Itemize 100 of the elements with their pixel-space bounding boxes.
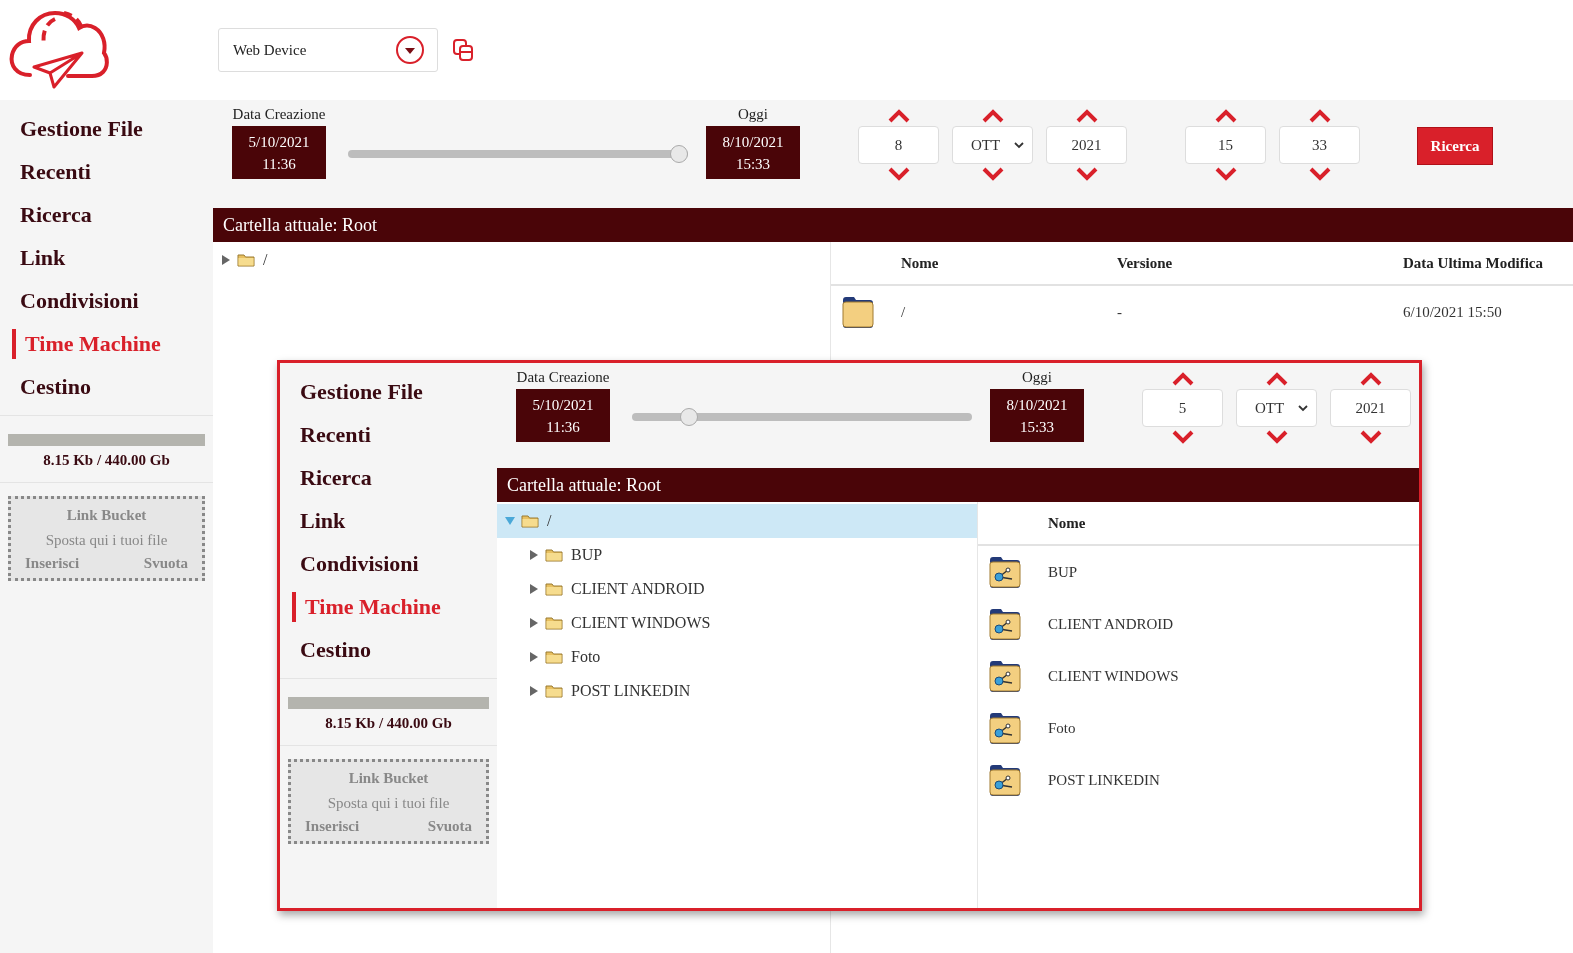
chevron-up-icon[interactable] (1170, 371, 1195, 387)
folder-name: CLIENT ANDROID (571, 580, 705, 598)
date-text: 5/10/2021 (532, 395, 594, 415)
expand-triangle-icon[interactable] (529, 550, 539, 560)
chevron-down-icon[interactable] (1307, 166, 1332, 182)
bucket-title: Link Bucket (65, 507, 148, 524)
chevron-up-icon[interactable] (1358, 371, 1383, 387)
date-range-slider[interactable] (348, 145, 688, 163)
number-field[interactable]: 2021 (1330, 389, 1411, 427)
folder-name: / (263, 251, 268, 269)
table-cell-text: - (1117, 303, 1123, 321)
column-header[interactable]: Nome (901, 254, 1117, 272)
expand-triangle-icon[interactable] (529, 618, 539, 628)
slider-thumb[interactable] (680, 408, 699, 426)
tree-node[interactable]: CLIENT ANDROID (497, 572, 977, 606)
column-header[interactable]: Versione (1117, 254, 1403, 272)
table-cell-text: Foto (1048, 719, 1077, 737)
time-text: 11:36 (262, 154, 296, 174)
table-cell-text: BUP (1048, 563, 1079, 581)
table-cell-text: POST LINKEDIN (1048, 771, 1161, 789)
folder-icon (545, 650, 563, 664)
sidebar-item[interactable]: Cestino (0, 372, 213, 415)
slider-thumb[interactable] (670, 145, 688, 163)
caret-icon (1298, 404, 1308, 412)
folder-icon (521, 514, 539, 528)
chevron-down-icon[interactable] (1358, 429, 1383, 445)
sidebar-item[interactable]: Ricerca (280, 463, 497, 506)
folder-icon (841, 295, 875, 329)
shared-folder-icon (988, 711, 1022, 745)
drop-hint: Sposta qui i tuoi file (326, 795, 451, 812)
chevron-down-icon[interactable] (1264, 429, 1289, 445)
chevron-up-icon[interactable] (1307, 108, 1332, 124)
device-select[interactable]: Web Device (218, 28, 438, 72)
date-label: Data Creazione (516, 369, 610, 387)
dropdown-caret-icon (395, 35, 425, 65)
tree-node[interactable]: / (213, 248, 830, 272)
chevron-down-icon[interactable] (1170, 429, 1195, 445)
date-text: 8/10/2021 (1006, 395, 1068, 415)
tree-node[interactable]: Foto (497, 640, 977, 674)
chevron-up-icon[interactable] (980, 108, 1005, 124)
expand-triangle-icon[interactable] (529, 652, 539, 662)
chevron-down-icon[interactable] (1213, 166, 1238, 182)
sidebar-item[interactable]: Gestione File (0, 114, 213, 157)
folder-name: / (547, 512, 552, 530)
tree-node[interactable]: BUP (497, 538, 977, 572)
table-cell-text: 6/10/2021 15:50 (1403, 303, 1503, 321)
date-text: 8/10/2021 (722, 132, 784, 152)
sidebar-item[interactable]: Gestione File (280, 377, 497, 420)
chevron-up-icon[interactable] (886, 108, 911, 124)
date-label: Oggi (738, 106, 768, 124)
tree-node[interactable]: / (497, 504, 977, 538)
expand-triangle-icon[interactable] (221, 255, 231, 265)
number-field[interactable]: 33 (1279, 126, 1360, 164)
chevron-down-icon[interactable] (980, 166, 1005, 182)
sidebar-item[interactable]: Recenti (280, 420, 497, 463)
date-label: Oggi (1022, 369, 1052, 387)
stack-icon[interactable] (452, 38, 474, 62)
sidebar-item[interactable]: Condivisioni (0, 286, 213, 329)
folder-name: POST LINKEDIN (571, 682, 691, 700)
folder-name: BUP (571, 546, 603, 564)
date-label: Data Creazione (232, 106, 326, 124)
number-field[interactable]: 5 (1142, 389, 1223, 427)
time-text: 15:33 (735, 154, 771, 174)
folder-name: Foto (571, 648, 601, 666)
month-select[interactable]: OTT (952, 126, 1033, 164)
chevron-up-icon[interactable] (1264, 371, 1289, 387)
folder-name: CLIENT WINDOWS (571, 614, 711, 632)
table-cell-text: / (901, 303, 907, 321)
folder-icon (545, 548, 563, 562)
sidebar-item[interactable]: Ricerca (0, 200, 213, 243)
folder-icon (237, 253, 255, 267)
date-range-slider[interactable] (632, 408, 972, 426)
column-header[interactable]: Nome (1048, 514, 1419, 532)
sidebar-item[interactable]: Condivisioni (280, 549, 497, 592)
column-header[interactable]: Data Ultima Modifica (1403, 254, 1573, 272)
sidebar-item[interactable]: Recenti (0, 157, 213, 200)
date-text: 5/10/2021 (248, 132, 310, 152)
search-button[interactable]: Ricerca (1417, 127, 1493, 165)
shared-folder-icon (988, 659, 1022, 693)
number-field[interactable]: 8 (858, 126, 939, 164)
number-field[interactable]: 15 (1185, 126, 1266, 164)
folder-icon (545, 616, 563, 630)
time-text: 15:33 (1019, 417, 1055, 437)
chevron-down-icon[interactable] (886, 166, 911, 182)
sidebar-item[interactable]: Link (0, 243, 213, 286)
tree-node[interactable]: POST LINKEDIN (497, 674, 977, 708)
tree-node[interactable]: CLIENT WINDOWS (497, 606, 977, 640)
shared-folder-icon (988, 607, 1022, 641)
storage-usage-text: 8.15 Kb / 440.00 Gb (324, 715, 453, 732)
table-cell-text: CLIENT ANDROID (1048, 615, 1175, 633)
chevron-up-icon[interactable] (1074, 108, 1099, 124)
number-field[interactable]: 2021 (1046, 126, 1127, 164)
chevron-down-icon[interactable] (1074, 166, 1099, 182)
expand-triangle-icon[interactable] (529, 584, 539, 594)
drop-hint: Sposta qui i tuoi file (44, 532, 169, 549)
sidebar-item[interactable]: Cestino (280, 635, 497, 678)
expand-triangle-icon[interactable] (529, 686, 539, 696)
sidebar-item[interactable]: Link (280, 506, 497, 549)
chevron-up-icon[interactable] (1213, 108, 1238, 124)
month-select[interactable]: OTT (1236, 389, 1317, 427)
